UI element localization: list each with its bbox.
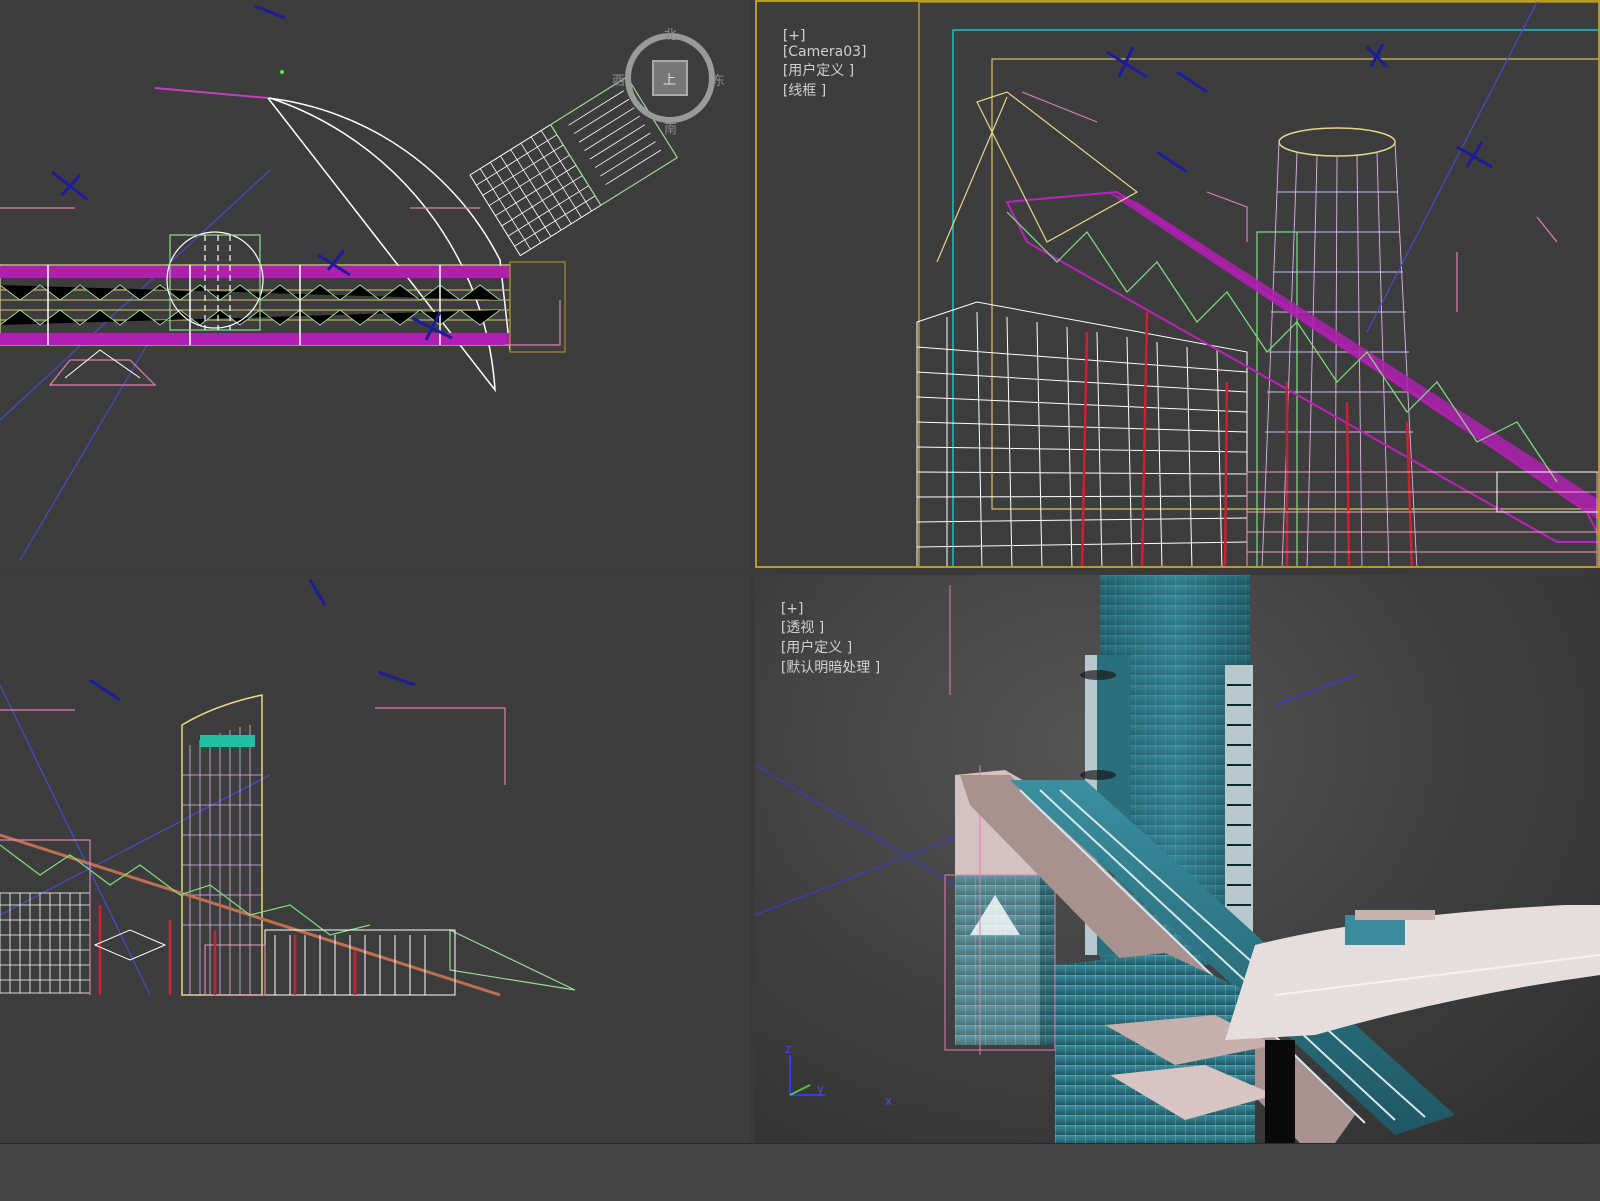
- top-viewport[interactable]: 北 南 东 西 上: [0, 0, 750, 568]
- axis-z-label: z: [785, 1042, 791, 1056]
- viewcube-west-label[interactable]: 西: [612, 70, 625, 89]
- viewport-view-mode[interactable]: [用户定义 ]: [781, 640, 852, 656]
- viewport-menu-plus[interactable]: [+]: [781, 601, 804, 617]
- perspective-viewport[interactable]: [+] [透视 ] [用户定义 ] [默认明暗处理 ] z y x: [755, 575, 1600, 1143]
- viewport-view-type[interactable]: [透视 ]: [781, 620, 824, 636]
- axis-y-label: y: [817, 1082, 824, 1096]
- front-viewport[interactable]: [0, 575, 750, 1143]
- front-viewport-canvas: [0, 579, 576, 997]
- viewport-view-mode[interactable]: [用户定义 ]: [783, 63, 854, 79]
- viewcube-north-label[interactable]: 北: [664, 24, 677, 43]
- perspective-viewport-label[interactable]: [+] [透视 ] [用户定义 ] [默认明暗处理 ]: [763, 585, 884, 693]
- viewcube[interactable]: 北 南 东 西 上: [612, 28, 725, 137]
- viewcube-face-label[interactable]: 上: [663, 69, 676, 88]
- camera-viewport-label[interactable]: [+] [Camera03] [用户定义 ] [线框 ]: [765, 12, 871, 116]
- viewport-camera-name[interactable]: [Camera03]: [783, 44, 867, 60]
- viewcube-south-label[interactable]: 南: [664, 118, 677, 137]
- camera-viewport[interactable]: [+] [Camera03] [用户定义 ] [线框 ]: [755, 0, 1600, 568]
- viewport-shading-mode[interactable]: [默认明暗处理 ]: [781, 660, 880, 676]
- axis-x-label: x: [885, 1094, 892, 1108]
- status-bar: [0, 1143, 1600, 1201]
- viewport-shading-mode[interactable]: [线框 ]: [783, 83, 826, 99]
- camera-viewport-canvas: [916, 2, 1598, 566]
- viewcube-east-label[interactable]: 东: [712, 70, 725, 89]
- viewport-menu-plus[interactable]: [+]: [783, 28, 806, 44]
